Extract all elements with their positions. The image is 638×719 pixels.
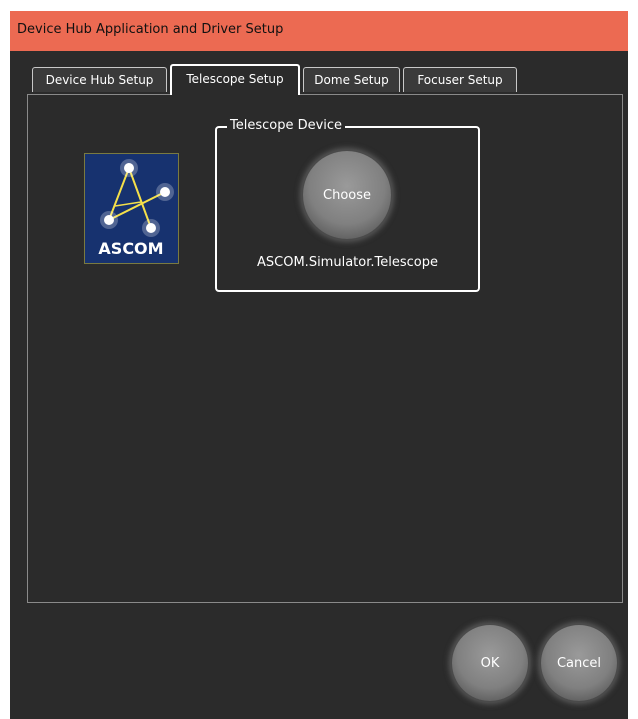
- choose-button[interactable]: Choose: [303, 151, 391, 239]
- ascom-logo-text: ASCOM: [98, 239, 163, 258]
- tab-dome-setup[interactable]: Dome Setup: [303, 67, 400, 92]
- title-bar[interactable]: Device Hub Application and Driver Setup: [10, 11, 628, 51]
- ok-button[interactable]: OK: [452, 625, 528, 701]
- tab-focuser-setup[interactable]: Focuser Setup: [403, 67, 517, 92]
- window-title: Device Hub Application and Driver Setup: [17, 22, 284, 37]
- cancel-button[interactable]: Cancel: [541, 625, 617, 701]
- telescope-device-label: Telescope Device: [227, 118, 346, 133]
- tab-telescope-setup[interactable]: Telescope Setup: [170, 64, 300, 95]
- telescope-device-group: Telescope Device Choose ASCOM.Simulator.…: [215, 118, 480, 292]
- selected-device-id: ASCOM.Simulator.Telescope: [257, 255, 438, 270]
- tab-device-hub-setup[interactable]: Device Hub Setup: [32, 67, 167, 92]
- setup-window: Device Hub Application and Driver Setup …: [10, 11, 628, 719]
- ascom-logo-icon: ASCOM: [84, 153, 179, 264]
